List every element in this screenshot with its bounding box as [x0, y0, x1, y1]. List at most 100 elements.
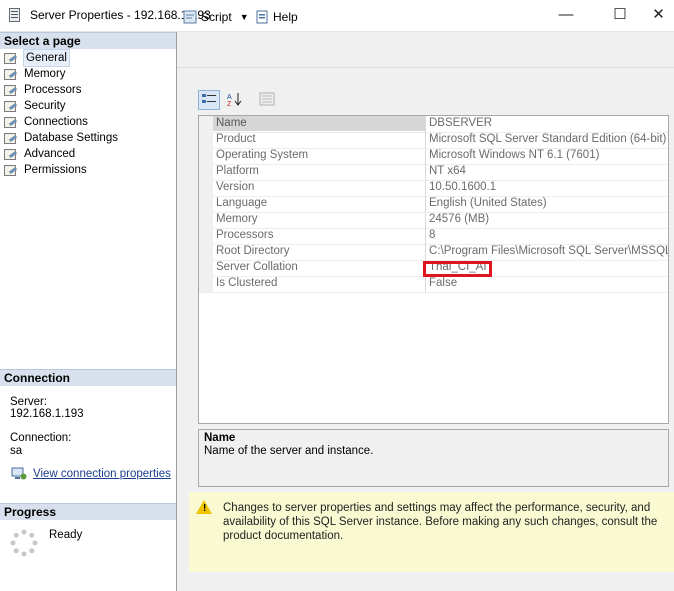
property-row[interactable]: Root Directory C:\Program Files\Microsoft… — [199, 244, 668, 261]
property-value: NT x64 — [429, 165, 466, 177]
progress-status: Ready — [49, 529, 83, 541]
property-value: Microsoft SQL Server Standard Edition (6… — [429, 133, 667, 145]
close-button[interactable]: ✕ — [643, 0, 674, 30]
server-collation-highlight-box — [423, 261, 492, 277]
script-icon — [183, 10, 197, 24]
page-item-label: Database Settings — [24, 132, 118, 144]
row-gutter — [199, 212, 213, 228]
column-divider — [425, 116, 426, 132]
page-wrench-icon — [4, 84, 18, 96]
page-wrench-icon — [4, 52, 18, 64]
page-item-label: Advanced — [24, 148, 76, 160]
row-gutter — [199, 148, 213, 164]
property-value: English (United States) — [429, 197, 547, 209]
column-divider — [425, 244, 426, 260]
property-value: 24576 (MB) — [429, 213, 490, 225]
property-name: Product — [216, 133, 256, 145]
page-wrench-icon — [4, 116, 18, 128]
categorized-icon[interactable] — [198, 90, 220, 110]
chevron-down-icon: ▼ — [239, 12, 249, 22]
warning-exclamation: ! — [203, 503, 207, 514]
grid-toolbar: AZ — [198, 90, 278, 110]
page-wrench-icon — [4, 132, 18, 144]
page-wrench-icon — [4, 68, 18, 80]
column-divider — [425, 148, 426, 164]
page-item-label: General — [23, 49, 70, 67]
property-name: Name — [213, 116, 425, 131]
page-item-general[interactable]: General — [4, 49, 70, 67]
page-item-processors[interactable]: Processors — [4, 82, 82, 98]
script-button[interactable]: Script ▼ — [183, 9, 249, 25]
property-name: Language — [216, 197, 268, 209]
row-gutter — [199, 196, 213, 212]
property-row[interactable]: Is Clustered False — [199, 276, 668, 293]
page-wrench-icon — [4, 100, 18, 112]
property-value: Microsoft Windows NT 6.1 (7601) — [429, 149, 600, 161]
property-value: False — [429, 277, 458, 289]
property-name: Processors — [216, 229, 274, 241]
column-divider — [425, 212, 426, 228]
page-item-advanced[interactable]: Advanced — [4, 146, 75, 162]
progress-spinner-icon — [10, 529, 38, 557]
minimize-button[interactable]: — — [543, 0, 589, 30]
description-text: Name of the server and instance. — [204, 445, 374, 457]
page-item-database-settings[interactable]: Database Settings — [4, 130, 118, 146]
column-divider — [425, 276, 426, 292]
property-value: DBSERVER — [429, 117, 493, 129]
description-title: Name — [204, 432, 236, 444]
property-name: Operating System — [216, 149, 309, 161]
page-item-connections[interactable]: Connections — [4, 114, 88, 130]
property-row[interactable]: Language English (United States) — [199, 196, 668, 213]
row-gutter — [199, 244, 213, 260]
property-row[interactable]: Name DBSERVER — [199, 116, 668, 133]
property-row[interactable]: Operating System Microsoft Windows NT 6.1… — [199, 148, 668, 165]
column-divider — [425, 132, 426, 148]
alphabetical-sort-icon[interactable]: AZ — [224, 90, 246, 110]
connection-value: sa — [10, 445, 23, 457]
property-name: Server Collation — [216, 261, 298, 273]
row-gutter — [199, 132, 213, 148]
connection-label: Connection: — [10, 432, 72, 444]
script-label: Script — [201, 10, 232, 24]
server-label: Server: — [10, 396, 48, 408]
column-divider — [425, 164, 426, 180]
page-item-permissions[interactable]: Permissions — [4, 162, 87, 178]
select-page-heading: Select a page — [0, 32, 176, 49]
page-item-memory[interactable]: Memory — [4, 66, 66, 82]
help-icon — [255, 10, 269, 24]
server-value: 192.168.1.193 — [10, 408, 84, 420]
connection-heading: Connection — [0, 369, 176, 386]
property-value: 8 — [429, 229, 436, 241]
view-connection-properties-link[interactable]: View connection properties — [33, 468, 171, 480]
bottom-bar — [177, 572, 674, 591]
column-divider — [425, 228, 426, 244]
property-value: C:\Program Files\Microsoft SQL Server\MS… — [429, 245, 669, 257]
property-row[interactable]: Platform NT x64 — [199, 164, 668, 181]
maximize-button[interactable]: ☐ — [597, 0, 643, 30]
property-row[interactable]: Processors 8 — [199, 228, 668, 245]
help-button[interactable]: Help — [255, 9, 298, 25]
description-panel: Name Name of the server and instance. — [198, 429, 669, 487]
page-item-label: Connections — [24, 116, 88, 128]
toolbar — [177, 32, 674, 68]
page-item-label: Security — [24, 100, 66, 112]
progress-heading: Progress — [0, 503, 176, 520]
property-name: Is Clustered — [216, 277, 278, 289]
property-row[interactable]: Version 10.50.1600.1 — [199, 180, 668, 197]
column-divider — [425, 196, 426, 212]
property-name: Memory — [216, 213, 258, 225]
row-gutter — [199, 228, 213, 244]
svg-text:Z: Z — [227, 101, 232, 107]
page-wrench-icon — [4, 164, 18, 176]
page-item-security[interactable]: Security — [4, 98, 66, 114]
connection-properties-icon — [11, 467, 27, 481]
row-gutter — [199, 276, 213, 292]
row-gutter — [199, 116, 213, 132]
property-pages-icon[interactable] — [256, 90, 278, 110]
property-row[interactable]: Product Microsoft SQL Server Standard Edi… — [199, 132, 668, 149]
property-row[interactable]: Memory 24576 (MB) — [199, 212, 668, 229]
page-item-label: Permissions — [24, 164, 87, 176]
property-name: Root Directory — [216, 245, 290, 257]
row-gutter — [199, 180, 213, 196]
svg-text:A: A — [227, 94, 232, 101]
